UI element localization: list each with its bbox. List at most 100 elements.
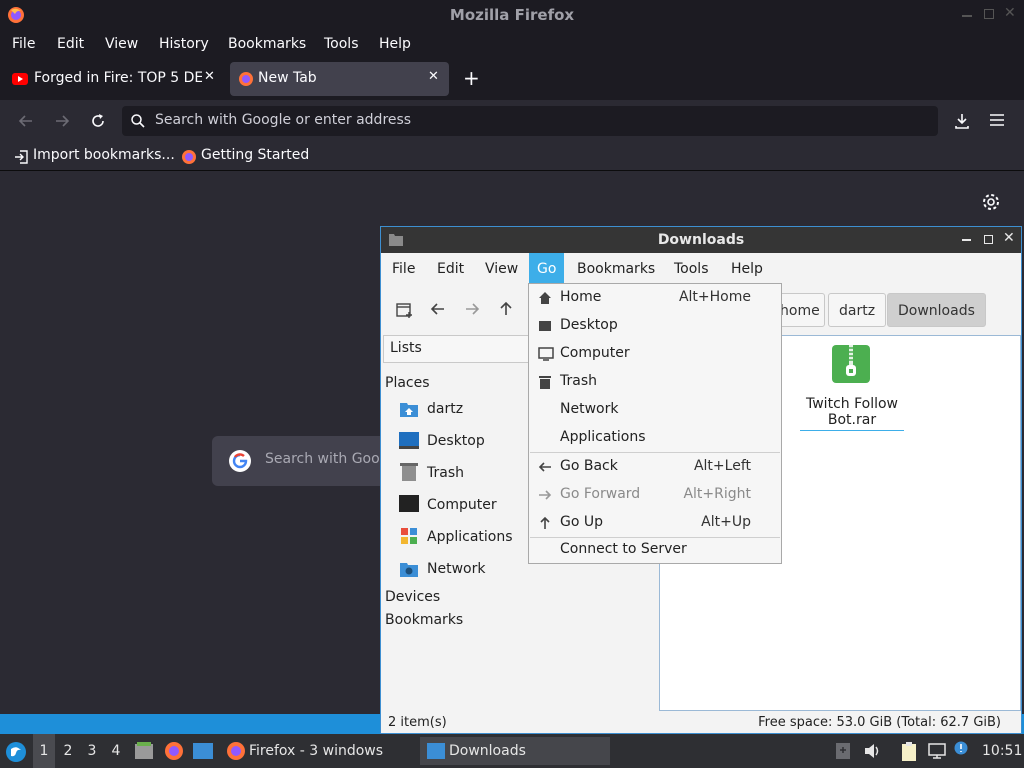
file-manager-titlebar: Downloads ✕ <box>381 227 1021 253</box>
go-menu-desktop[interactable]: Desktop <box>529 312 781 340</box>
google-logo-icon <box>228 449 252 473</box>
settings-gear-icon[interactable] <box>981 192 1001 212</box>
item-count: 2 item(s) <box>388 715 447 730</box>
tab-bar: Forged in Fire: TOP 5 DEA ✕ New Tab ✕ + <box>0 58 1024 100</box>
menu-edit[interactable]: Edit <box>57 30 84 58</box>
menu-item-label: Network <box>560 401 619 417</box>
menu-item-label: Go Up <box>560 514 603 530</box>
fm-menu-file[interactable]: File <box>384 253 423 285</box>
import-bookmarks-label: Import bookmarks... <box>33 147 175 163</box>
hamburger-menu-icon[interactable] <box>989 113 1005 127</box>
menu-file[interactable]: File <box>12 30 35 58</box>
workspace-3[interactable]: 3 <box>81 734 103 768</box>
url-bar[interactable]: Search with Google or enter address <box>122 106 938 136</box>
go-menu-applications[interactable]: Applications <box>529 424 781 452</box>
go-menu-home[interactable]: Home Alt+Home <box>529 284 781 312</box>
clock[interactable]: 10:51 <box>982 734 1022 768</box>
menu-tools[interactable]: Tools <box>324 30 359 58</box>
go-menu-connect-to-server[interactable]: Connect to Server <box>529 538 781 563</box>
youtube-icon <box>12 73 28 85</box>
close-icon[interactable]: ✕ <box>1003 230 1015 246</box>
menu-item-accelerator: Alt+Home <box>678 289 751 305</box>
go-menu-network[interactable]: Network <box>529 396 781 424</box>
minimize-icon[interactable] <box>962 15 972 17</box>
task-firefox[interactable]: Firefox - 3 windows <box>222 737 412 765</box>
clipboard-icon[interactable] <box>900 742 918 762</box>
file-item[interactable]: Twitch Follow Bot.rar <box>800 344 904 431</box>
fm-menu-edit[interactable]: Edit <box>429 253 472 285</box>
fm-menu-bookmarks[interactable]: Bookmarks <box>569 253 663 285</box>
up-arrow-icon[interactable] <box>498 301 514 317</box>
tab-close-icon[interactable]: ✕ <box>428 69 439 84</box>
new-tab-plus-icon[interactable]: + <box>463 66 480 90</box>
breadcrumb-dartz[interactable]: dartz <box>828 293 887 327</box>
menu-history[interactable]: History <box>159 30 209 58</box>
tab-new-tab[interactable]: New Tab ✕ <box>230 62 449 96</box>
menu-item-label: Computer <box>560 345 630 361</box>
navigation-toolbar: Search with Google or enter address <box>0 100 1024 142</box>
reload-icon[interactable] <box>89 112 107 130</box>
places-header: Places <box>385 375 430 391</box>
fm-menu-help[interactable]: Help <box>723 253 771 285</box>
file-name-line: Twitch Follow <box>806 396 898 412</box>
bookmarks-header[interactable]: Bookmarks <box>385 612 463 628</box>
fm-menu-tools[interactable]: Tools <box>666 253 717 285</box>
go-menu-dropdown: Home Alt+Home Desktop Computer Trash Net… <box>528 283 782 564</box>
maximize-icon[interactable] <box>984 9 994 19</box>
newtab-search-placeholder: Search with Goog <box>265 451 389 467</box>
file-manager-statusbar: 2 item(s) Free space: 53.0 GiB (Total: 6… <box>381 713 1021 733</box>
archive-icon <box>831 344 871 384</box>
fm-menu-view[interactable]: View <box>477 253 526 285</box>
update-info-icon[interactable] <box>954 741 968 755</box>
go-menu-computer[interactable]: Computer <box>529 340 781 368</box>
home-icon <box>538 291 552 305</box>
maximize-icon[interactable] <box>984 235 993 244</box>
task-downloads[interactable]: Downloads <box>420 737 610 765</box>
close-icon[interactable]: ✕ <box>1004 5 1016 21</box>
taskbar: 1 2 3 4 Firefox - 3 windows Downloads 10… <box>0 734 1024 768</box>
start-menu-icon[interactable] <box>5 741 27 763</box>
firefox-menubar: File Edit View History Bookmarks Tools H… <box>0 30 1024 58</box>
file-manager-title: Downloads <box>657 232 745 248</box>
downloads-icon[interactable] <box>953 112 971 130</box>
trash-icon <box>538 375 552 389</box>
workspace-2[interactable]: 2 <box>57 734 79 768</box>
file-manager-menubar: File Edit View Go Bookmarks Tools Help <box>381 253 1021 285</box>
volume-icon[interactable] <box>864 743 882 759</box>
forward-arrow-icon[interactable] <box>464 301 480 317</box>
notification-icon[interactable] <box>835 742 851 760</box>
menu-view[interactable]: View <box>105 30 138 58</box>
tab-label: Forged in Fire: TOP 5 DEA <box>34 70 202 86</box>
tab-forged-in-fire[interactable]: Forged in Fire: TOP 5 DEA ✕ <box>4 62 224 96</box>
workspace-1[interactable]: 1 <box>33 734 55 768</box>
menu-bookmarks[interactable]: Bookmarks <box>228 30 306 58</box>
back-arrow-icon[interactable] <box>430 301 446 317</box>
back-arrow-icon[interactable] <box>17 112 35 130</box>
forward-arrow-icon[interactable] <box>53 112 71 130</box>
fm-menu-go[interactable]: Go <box>529 253 565 285</box>
new-tab-icon[interactable] <box>396 301 414 319</box>
sidebar-item-label: Applications <box>427 529 513 545</box>
go-menu-go-up[interactable]: Go Up Alt+Up <box>529 509 781 537</box>
getting-started-label: Getting Started <box>201 147 310 163</box>
tab-close-icon[interactable]: ✕ <box>204 69 215 84</box>
go-menu-go-back[interactable]: Go Back Alt+Left <box>529 453 781 481</box>
menu-item-label: Trash <box>560 373 597 389</box>
arrow-right-icon <box>538 488 552 502</box>
menu-item-accelerator: Alt+Right <box>683 486 751 502</box>
minimize-icon[interactable] <box>962 239 971 241</box>
workspace-4[interactable]: 4 <box>105 734 127 768</box>
network-icon[interactable] <box>928 743 946 759</box>
breadcrumb-downloads[interactable]: Downloads <box>887 293 986 327</box>
bookmarks-toolbar: Import bookmarks... Getting Started <box>0 142 1024 171</box>
go-menu-trash[interactable]: Trash <box>529 368 781 396</box>
firefox-launcher-icon[interactable] <box>164 741 184 761</box>
desktop-launcher-icon[interactable] <box>193 743 213 759</box>
arrow-left-icon <box>538 460 552 474</box>
free-space: Free space: 53.0 GiB (Total: 62.7 GiB) <box>758 715 1001 730</box>
menu-help[interactable]: Help <box>379 30 411 58</box>
devices-header[interactable]: Devices <box>385 589 440 605</box>
file-name-line: Bot.rar <box>827 412 877 428</box>
file-manager-launcher-icon[interactable] <box>134 742 154 760</box>
menu-item-label: Desktop <box>560 317 618 333</box>
